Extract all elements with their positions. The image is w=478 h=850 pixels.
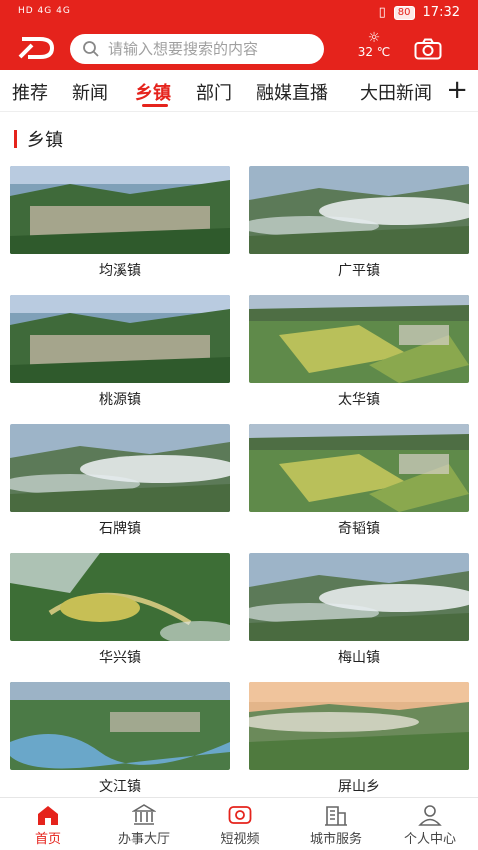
town-photo[interactable] <box>249 682 469 770</box>
battery-indicator: 80 <box>393 5 415 20</box>
nav-hall[interactable]: 办事大厅 <box>96 802 192 847</box>
section-accent-bar <box>14 130 17 148</box>
camera-icon[interactable] <box>414 38 442 60</box>
town-name: 文江镇 <box>99 779 141 795</box>
nav-profile-label: 个人中心 <box>403 832 456 847</box>
tab-departments[interactable]: 部门 <box>196 79 232 105</box>
town-card[interactable]: 奇韬镇 <box>249 424 469 542</box>
nav-video-label: 短视频 <box>220 832 260 847</box>
tab-datian-news[interactable]: 大田新闻 <box>360 79 432 105</box>
town-photo[interactable] <box>10 682 230 770</box>
add-channel-icon[interactable]: + <box>440 75 468 105</box>
town-card[interactable]: 均溪镇 <box>10 166 230 284</box>
nav-home-label: 首页 <box>34 832 61 847</box>
bottom-navigation: 首页 办事大厅 短视频 城市服务 个人中心 <box>0 797 478 850</box>
town-photo[interactable] <box>249 553 469 641</box>
weather-widget[interactable]: ☼ 32 ℃ <box>352 31 396 59</box>
town-name: 华兴镇 <box>99 650 141 666</box>
town-photo[interactable] <box>10 166 230 254</box>
video-icon <box>228 806 252 824</box>
town-photo[interactable] <box>10 424 230 512</box>
town-card[interactable]: 桃源镇 <box>10 295 230 413</box>
weather-temp: 32 ℃ <box>357 45 391 59</box>
search-box[interactable] <box>70 34 324 64</box>
town-name: 桃源镇 <box>99 392 141 408</box>
town-photo[interactable] <box>10 295 230 383</box>
app-screen: HD 4G 4G ▯ 80 17:32 ☼ 32 ℃ <box>0 0 478 850</box>
town-card[interactable]: 太华镇 <box>249 295 469 413</box>
status-bar: HD 4G 4G ▯ 80 17:32 <box>0 0 478 28</box>
tab-recommend[interactable]: 推荐 <box>12 79 48 105</box>
clock: 17:32 <box>422 5 460 20</box>
hall-icon <box>132 804 156 825</box>
town-card[interactable]: 广平镇 <box>249 166 469 284</box>
town-photo[interactable] <box>249 295 469 383</box>
tab-live[interactable]: 融媒直播 <box>256 79 328 105</box>
channel-tabs: 推荐 新闻 乡镇 部门 融媒直播 大田新闻 + <box>0 70 478 112</box>
nav-profile[interactable]: 个人中心 <box>382 802 478 847</box>
city-icon <box>325 806 347 826</box>
vibrate-icon: ▯ <box>378 5 386 20</box>
section-heading: 乡镇 <box>14 126 63 152</box>
header-bar: HD 4G 4G ▯ 80 17:32 ☼ 32 ℃ <box>0 0 478 70</box>
town-card[interactable]: 屏山乡 <box>249 682 469 800</box>
town-card[interactable]: 华兴镇 <box>10 553 230 671</box>
town-photo[interactable] <box>249 166 469 254</box>
weather-icon: ☼ <box>367 30 381 46</box>
town-name: 太华镇 <box>338 392 380 408</box>
nav-city[interactable]: 城市服务 <box>288 802 384 847</box>
search-input[interactable] <box>108 40 308 58</box>
town-photo[interactable] <box>249 424 469 512</box>
town-name: 均溪镇 <box>99 263 141 279</box>
nav-video[interactable]: 短视频 <box>192 802 288 847</box>
search-icon <box>83 41 99 57</box>
town-photo[interactable] <box>10 553 230 641</box>
town-name: 屏山乡 <box>338 779 380 795</box>
town-name: 广平镇 <box>338 263 380 279</box>
town-card[interactable]: 石牌镇 <box>10 424 230 542</box>
nav-city-label: 城市服务 <box>309 832 362 847</box>
town-name: 梅山镇 <box>338 650 380 666</box>
nav-hall-label: 办事大厅 <box>117 832 170 847</box>
nav-home[interactable]: 首页 <box>0 802 96 847</box>
town-card[interactable]: 文江镇 <box>10 682 230 800</box>
tab-news[interactable]: 新闻 <box>72 79 108 105</box>
town-name: 石牌镇 <box>99 521 141 537</box>
town-name: 奇韬镇 <box>338 521 380 537</box>
signal-indicator: HD 4G 4G <box>18 6 71 16</box>
user-icon <box>418 805 442 826</box>
home-icon <box>38 806 58 825</box>
status-right: ▯ 80 17:32 <box>379 5 460 20</box>
section-title: 乡镇 <box>27 130 63 151</box>
town-card[interactable]: 梅山镇 <box>249 553 469 671</box>
tab-towns[interactable]: 乡镇 <box>135 79 171 105</box>
active-tab-indicator <box>142 104 168 107</box>
app-logo-icon[interactable] <box>18 35 54 61</box>
